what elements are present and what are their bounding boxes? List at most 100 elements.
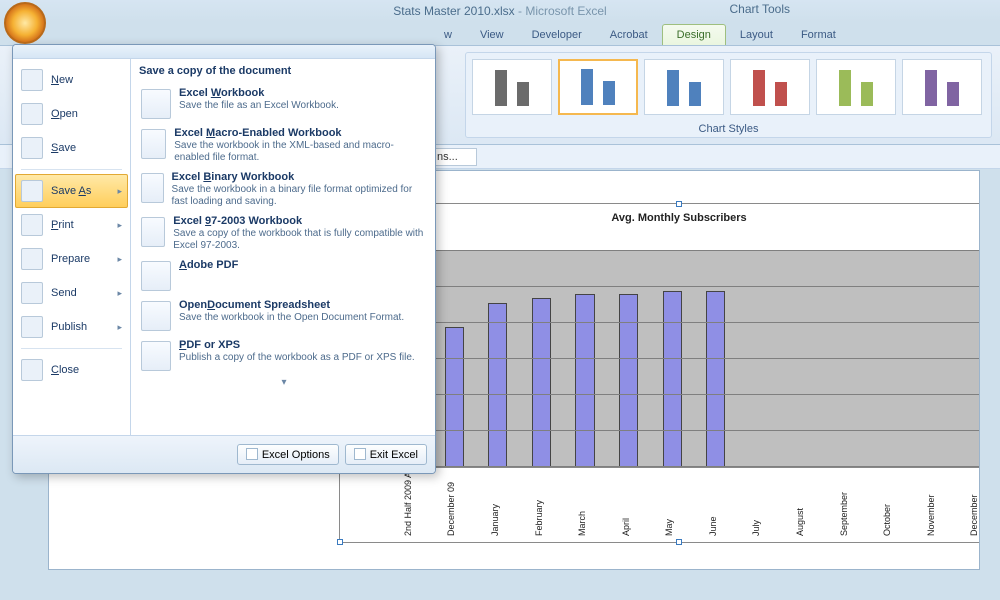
office-menu-item-prepare[interactable]: Prepare <box>15 242 128 276</box>
chart-style-thumb[interactable] <box>644 59 724 115</box>
menu-item-icon <box>21 316 43 338</box>
save-as-option-icon <box>141 129 166 159</box>
menu-item-label: Save As <box>51 185 91 197</box>
save-as-option-icon <box>141 89 171 119</box>
menu-item-icon <box>21 359 43 381</box>
title-sep: - <box>515 4 526 18</box>
x-tick-label: March <box>577 511 587 536</box>
menu-item-icon <box>21 282 43 304</box>
save-as-option[interactable]: OpenDocument SpreadsheetSave the workboo… <box>139 295 429 335</box>
office-menu-item-close[interactable]: Close <box>15 353 128 387</box>
x-tick-label: November <box>926 494 936 536</box>
chart-bar[interactable] <box>532 298 551 467</box>
tab-acrobat[interactable]: Acrobat <box>596 25 662 45</box>
x-tick-label: September <box>839 492 849 536</box>
office-menu-item-print[interactable]: Print <box>15 208 128 242</box>
chart-style-thumb[interactable] <box>730 59 810 115</box>
ribbon-tabs: w View Developer Acrobat Design Layout F… <box>0 22 1000 45</box>
tab-developer[interactable]: Developer <box>518 25 596 45</box>
save-as-option[interactable]: Adobe PDF <box>139 255 429 295</box>
office-menu-item-new[interactable]: New <box>15 63 128 97</box>
chart-styles-label: Chart Styles <box>466 123 991 135</box>
chart-bar[interactable] <box>706 291 725 467</box>
menu-item-label: Print <box>51 219 74 231</box>
menu-item-label: Prepare <box>51 253 90 265</box>
chart-styles-row <box>466 53 991 121</box>
chart-tools-label: Chart Tools <box>730 2 790 16</box>
x-tick-label: January <box>490 504 500 536</box>
save-as-option[interactable]: Excel 97-2003 WorkbookSave a copy of the… <box>139 211 429 255</box>
save-as-option[interactable]: Excel WorkbookSave the file as an Excel … <box>139 83 429 123</box>
tab-layout[interactable]: Layout <box>726 25 787 45</box>
save-as-option[interactable]: Excel Macro-Enabled WorkbookSave the wor… <box>139 123 429 167</box>
chart-styles-group: Chart Styles <box>465 52 992 138</box>
office-menu-bottom: Excel Options Exit Excel <box>13 435 435 473</box>
x-tick-label: August <box>795 508 805 536</box>
tab-view[interactable]: View <box>466 25 518 45</box>
menu-item-icon <box>21 103 43 125</box>
save-as-option-desc: Save the workbook in the XML-based and m… <box>174 140 394 163</box>
save-as-option[interactable]: PDF or XPSPublish a copy of the workbook… <box>139 335 429 375</box>
more-arrow-icon[interactable]: ▾ <box>139 377 429 388</box>
chart-bar[interactable] <box>619 294 638 467</box>
chart-style-thumb[interactable] <box>558 59 638 115</box>
save-as-option-icon <box>141 261 171 291</box>
office-menu-body: New Open Save Save As Print Prepare Send Publis… <box>13 59 435 435</box>
chart-bar[interactable] <box>445 327 464 467</box>
x-tick-label: February <box>534 500 544 536</box>
app-name: Microsoft Excel <box>525 4 606 18</box>
office-menu-item-send[interactable]: Send <box>15 276 128 310</box>
save-as-option-title: PDF or XPS <box>179 339 415 351</box>
chart-bar[interactable] <box>488 303 507 467</box>
save-as-option-icon <box>141 341 171 371</box>
menu-item-label: Publish <box>51 321 87 333</box>
menu-item-icon <box>21 69 43 91</box>
office-menu-item-save-as[interactable]: Save As <box>15 174 128 208</box>
save-as-option-title: Excel Macro-Enabled Workbook <box>174 127 427 139</box>
menu-item-icon <box>21 248 43 270</box>
office-menu-item-publish[interactable]: Publish <box>15 310 128 344</box>
options-icon <box>246 448 258 460</box>
tab-partial[interactable]: w <box>430 25 466 45</box>
chart-bars <box>389 251 980 467</box>
save-as-header: Save a copy of the document <box>139 65 429 77</box>
excel-options-label: Excel Options <box>262 449 330 461</box>
excel-options-button[interactable]: Excel Options <box>237 444 339 465</box>
tab-format[interactable]: Format <box>787 25 850 45</box>
save-as-option-desc: Save the workbook in a binary file forma… <box>172 184 413 207</box>
chart-style-thumb[interactable] <box>816 59 896 115</box>
selection-handle[interactable] <box>676 539 682 545</box>
chart-bar[interactable] <box>575 294 594 467</box>
office-button[interactable] <box>4 2 46 44</box>
selection-handle[interactable] <box>676 201 682 207</box>
office-menu-left: New Open Save Save As Print Prepare Send Publis… <box>13 59 131 435</box>
x-tick-label: December <box>969 494 979 536</box>
menu-item-icon <box>21 137 43 159</box>
menu-item-label: Send <box>51 287 77 299</box>
selection-handle[interactable] <box>337 539 343 545</box>
menu-item-label: Close <box>51 364 79 376</box>
exit-excel-button[interactable]: Exit Excel <box>345 444 427 465</box>
chart-bar[interactable] <box>663 291 682 467</box>
office-menu-right: Save a copy of the document Excel Workbo… <box>131 59 435 435</box>
save-as-option-desc: Save the file as an Excel Workbook. <box>179 100 339 111</box>
title-bar: Stats Master 2010.xlsx - Microsoft Excel… <box>0 0 1000 22</box>
office-menu-item-open[interactable]: Open <box>15 97 128 131</box>
save-as-option-title: Adobe PDF <box>179 259 238 271</box>
save-as-option[interactable]: Excel Binary WorkbookSave the workbook i… <box>139 167 429 211</box>
name-box[interactable]: ns... <box>430 148 477 166</box>
save-as-option-title: Excel Workbook <box>179 87 339 99</box>
save-as-option-desc: Save the workbook in the Open Document F… <box>179 312 404 323</box>
menu-item-label: New <box>51 74 73 86</box>
tab-design[interactable]: Design <box>662 24 726 45</box>
chart-plot-area <box>388 250 980 468</box>
office-menu-top <box>13 45 435 59</box>
document-name: Stats Master 2010.xlsx <box>393 4 514 18</box>
menu-item-icon <box>21 180 43 202</box>
menu-item-label: Open <box>51 108 78 120</box>
chart-style-thumb[interactable] <box>902 59 982 115</box>
x-tick-label: July <box>751 520 761 536</box>
chart-style-thumb[interactable] <box>472 59 552 115</box>
office-menu-item-save[interactable]: Save <box>15 131 128 165</box>
save-as-option-title: Excel 97-2003 Workbook <box>173 215 427 227</box>
